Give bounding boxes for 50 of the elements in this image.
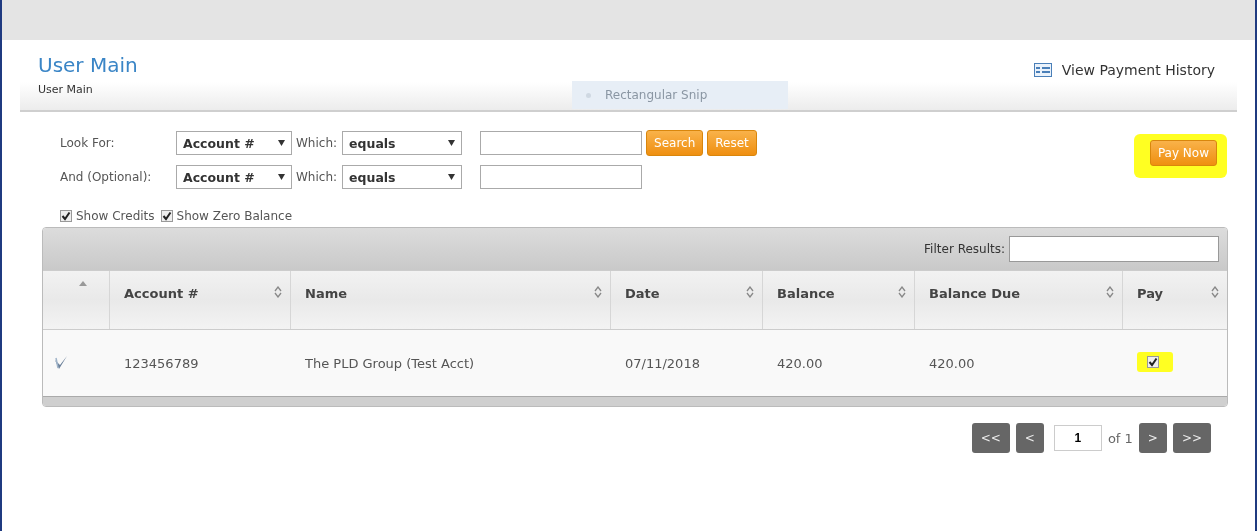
checkbox-label: Show Zero Balance <box>176 209 293 223</box>
caret-icon <box>278 140 285 146</box>
breadcrumb[interactable]: User Main <box>38 83 93 96</box>
table-cell-text: 07/11/2018 <box>624 355 701 371</box>
pay-checkbox[interactable] <box>1147 355 1159 368</box>
table-cell-text: The PLD Group (Test Acct) <box>304 355 476 371</box>
checkbox-label: Show Credits <box>76 209 155 223</box>
column-header[interactable]: Account # <box>110 271 291 329</box>
search-label: Look For: <box>60 136 116 150</box>
column-header[interactable]: Balance <box>763 271 915 329</box>
table-cell-text: 420.00 <box>928 355 976 371</box>
sort-icon <box>898 286 906 298</box>
snip-tooltip: Rectangular Snip <box>572 81 788 109</box>
column-header[interactable]: Name <box>291 271 611 329</box>
operator-select[interactable]: equals <box>342 165 463 189</box>
filter-input[interactable] <box>1009 236 1219 262</box>
which-label: Which: <box>296 136 338 150</box>
operator-select[interactable]: equals <box>342 131 463 155</box>
first-page-button[interactable]: << <box>971 423 1010 453</box>
caret-icon <box>448 140 456 146</box>
table-cell-text: 123456789 <box>123 355 200 371</box>
caret-icon <box>448 174 456 180</box>
list-icon <box>1033 63 1052 77</box>
next-page-button[interactable]: > <box>1138 423 1167 453</box>
search-label: And (Optional): <box>60 170 153 184</box>
page-count: of 1 <box>1107 430 1133 446</box>
table-cell-text: 420.00 <box>776 355 824 371</box>
last-page-button[interactable]: >> <box>1172 423 1211 453</box>
column-header[interactable]: Balance Due <box>915 271 1123 329</box>
column-header[interactable]: Date <box>611 271 763 329</box>
search-input[interactable] <box>480 131 643 155</box>
previous-page-button[interactable]: < <box>1015 423 1044 453</box>
column-header[interactable]: Pay <box>1123 271 1227 329</box>
page-title: User Main <box>38 53 139 77</box>
sort-icon <box>274 286 282 298</box>
sort-icon <box>1211 286 1219 298</box>
sort-icon <box>594 286 602 298</box>
field-select[interactable]: Account # <box>176 131 292 155</box>
checkbox[interactable] <box>60 210 72 222</box>
which-label: Which: <box>296 170 338 184</box>
search-input[interactable] <box>480 165 643 189</box>
sort-icon <box>746 286 754 298</box>
page-input[interactable]: 1 <box>1053 425 1102 451</box>
field-select[interactable]: Account # <box>176 165 292 189</box>
sort-icon <box>1106 286 1114 298</box>
view-payment-history-link[interactable]: View Payment History <box>1033 62 1215 78</box>
filter-label: Filter Results: <box>924 242 1005 256</box>
checkbox[interactable] <box>160 210 173 222</box>
sort-up-icon <box>79 281 87 286</box>
caret-icon <box>278 174 285 180</box>
